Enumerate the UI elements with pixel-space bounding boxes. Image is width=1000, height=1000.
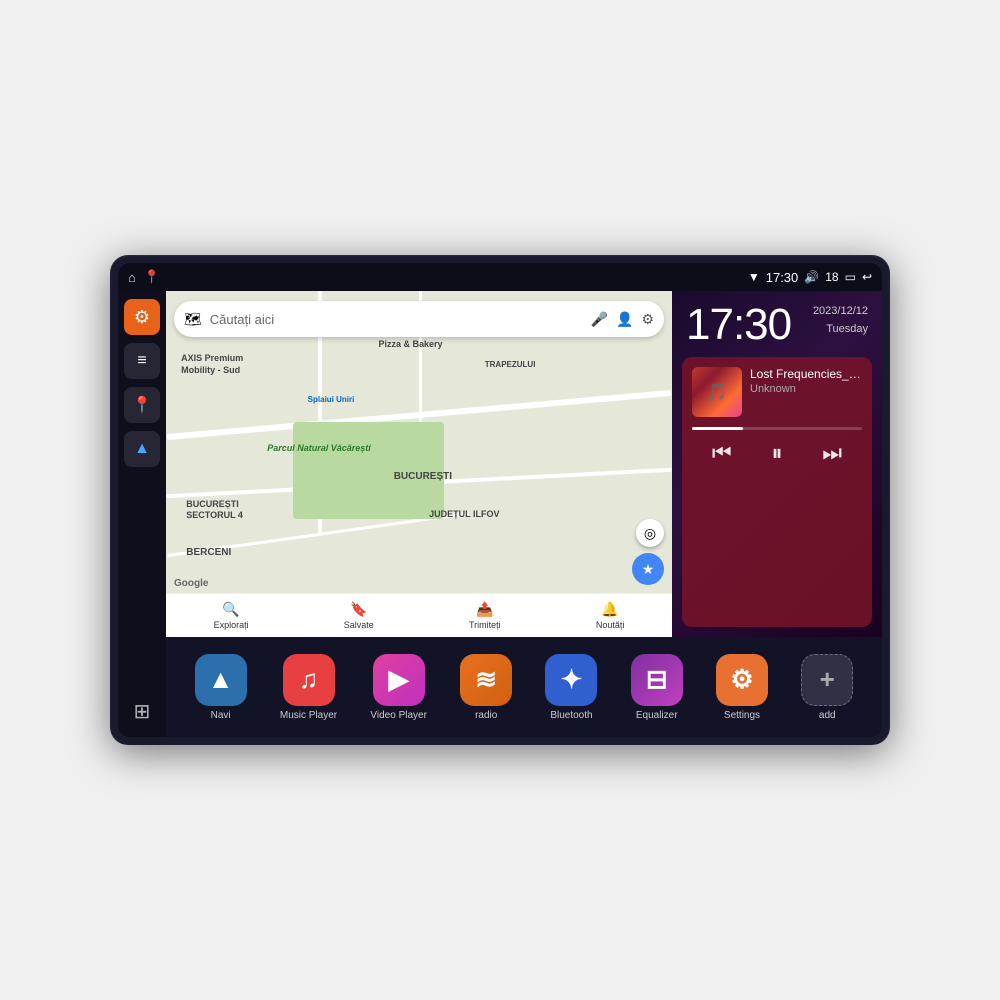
map-label-parc: Parcul Natural Văcărești: [267, 443, 371, 453]
device-screen: ⌂ 📍 ▼ 17:30 🔊 18 ▭ ↩ ⚙ ≡: [118, 263, 882, 737]
map-label-axis: AXIS PremiumMobility - Sud: [181, 353, 243, 376]
menu-sidebar-btn[interactable]: ≡: [124, 343, 160, 379]
app-icon-3: ≋: [460, 654, 512, 706]
app-video-player[interactable]: ▶ Video Player: [370, 654, 427, 721]
day-display: Tuesday: [813, 321, 868, 339]
time-display: 17:30: [766, 270, 799, 285]
google-maps-icon: 🗺: [184, 311, 202, 328]
share-icon: 📤: [476, 601, 493, 618]
star-icon: ★: [642, 561, 655, 578]
app-label-1: Music Player: [280, 710, 337, 721]
app-music-player[interactable]: ♫ Music Player: [280, 654, 337, 721]
device-frame: ⌂ 📍 ▼ 17:30 🔊 18 ▭ ↩ ⚙ ≡: [110, 255, 890, 745]
app-settings[interactable]: ⚙ Settings: [716, 654, 768, 721]
grid-sidebar-btn[interactable]: ⊞: [124, 693, 160, 729]
news-icon: 🔔: [601, 601, 618, 618]
map-label-trap: TRAPEZULUI: [485, 360, 536, 369]
location-icon: 📍: [132, 395, 152, 415]
map-label-pizza: Pizza & Bakery: [379, 339, 443, 349]
album-art: 🎵: [692, 367, 742, 417]
music-controls: ⏮ ⏸ ⏭: [692, 440, 862, 466]
right-panel: 17:30 2023/12/12 Tuesday 🎵: [672, 291, 882, 637]
nav-arrow-icon: ▲: [134, 440, 150, 458]
home-icon[interactable]: ⌂: [128, 270, 136, 285]
explore-btn[interactable]: 🔍 Explorați: [214, 601, 249, 630]
music-progress-bar[interactable]: [692, 427, 862, 430]
volume-icon: 🔊: [804, 270, 819, 284]
app-icon-4: ✦: [545, 654, 597, 706]
explore-icon: 🔍: [222, 601, 239, 618]
clock-time: 17:30: [686, 303, 791, 347]
app-icon-2: ▶: [373, 654, 425, 706]
map-label-berceni: BERCENI: [186, 547, 231, 558]
back-icon[interactable]: ↩: [862, 270, 872, 284]
music-title: Lost Frequencies_Janie...: [750, 367, 862, 381]
signal-icon: ▼: [748, 270, 760, 284]
app-radio[interactable]: ≋ radio: [460, 654, 512, 721]
search-placeholder: Căutați aici: [210, 312, 583, 327]
music-artist: Unknown: [750, 383, 862, 395]
app-add[interactable]: + add: [801, 654, 853, 721]
settings-sidebar-btn[interactable]: ⚙: [124, 299, 160, 335]
app-bluetooth[interactable]: ✦ Bluetooth: [545, 654, 597, 721]
settings-map-icon[interactable]: ⚙: [641, 311, 654, 328]
target-icon: ◎: [644, 525, 656, 542]
news-btn[interactable]: 🔔 Noutăți: [596, 601, 625, 630]
location-btn[interactable]: ◎: [636, 519, 664, 547]
map-search-bar[interactable]: 🗺 Căutați aici 🎤 👤 ⚙: [174, 301, 664, 337]
battery-icon: ▭: [845, 270, 856, 284]
next-btn[interactable]: ⏭: [822, 440, 842, 466]
music-info: 🎵 Lost Frequencies_Janie... Unknown: [692, 367, 862, 417]
start-nav-btn[interactable]: ★: [632, 553, 664, 585]
share-btn[interactable]: 📤 Trimiteți: [469, 601, 501, 630]
nav-sidebar-btn[interactable]: ▲: [124, 431, 160, 467]
gear-icon: ⚙: [134, 307, 150, 328]
menu-icon: ≡: [137, 352, 146, 370]
google-logo: Google: [174, 578, 208, 589]
prev-btn[interactable]: ⏮: [712, 440, 732, 466]
app-navi[interactable]: ▲ Navi: [195, 654, 247, 721]
app-icon-7: +: [801, 654, 853, 706]
app-icon-6: ⚙: [716, 654, 768, 706]
map-area[interactable]: AXIS PremiumMobility - Sud Pizza & Baker…: [166, 291, 672, 637]
music-section: 🎵 Lost Frequencies_Janie... Unknown: [682, 357, 872, 627]
app-label-5: Equalizer: [636, 710, 678, 721]
clock-section: 17:30 2023/12/12 Tuesday: [672, 291, 882, 357]
app-icon-5: ⊟: [631, 654, 683, 706]
map-label-s4: BUCUREȘTISECTORUL 4: [186, 499, 243, 522]
map-label-buc: BUCUREȘTI: [394, 471, 452, 482]
app-label-2: Video Player: [370, 710, 427, 721]
mic-icon[interactable]: 🎤: [591, 311, 608, 328]
music-details: Lost Frequencies_Janie... Unknown: [750, 367, 862, 395]
status-bar: ⌂ 📍 ▼ 17:30 🔊 18 ▭ ↩: [118, 263, 882, 291]
maps-status-icon[interactable]: 📍: [144, 269, 160, 285]
grid-icon: ⊞: [134, 699, 151, 724]
album-art-inner: 🎵: [692, 367, 742, 417]
app-icon-1: ♫: [283, 654, 335, 706]
pause-btn[interactable]: ⏸: [771, 440, 782, 466]
sidebar: ⚙ ≡ 📍 ▲ ⊞: [118, 291, 166, 737]
date-display: 2023/12/12: [813, 303, 868, 321]
map-bottom-bar: 🔍 Explorați 🔖 Salvate 📤 Trimiteți: [166, 593, 672, 637]
saved-btn[interactable]: 🔖 Salvate: [344, 601, 374, 630]
map-label-splai: Splaiui Uniri: [308, 395, 355, 404]
location-sidebar-btn[interactable]: 📍: [124, 387, 160, 423]
app-label-0: Navi: [211, 710, 231, 721]
clock-date: 2023/12/12 Tuesday: [813, 303, 868, 338]
app-grid: ▲ Navi ♫ Music Player ▶ Video Player ≋ radio ✦ Bl…: [166, 637, 882, 737]
app-equalizer[interactable]: ⊟ Equalizer: [631, 654, 683, 721]
account-icon[interactable]: 👤: [616, 311, 633, 328]
main-content: ⚙ ≡ 📍 ▲ ⊞: [118, 291, 882, 737]
saved-icon: 🔖: [350, 601, 367, 618]
music-progress-fill: [692, 427, 743, 430]
app-label-6: Settings: [724, 710, 760, 721]
app-label-4: Bluetooth: [550, 710, 592, 721]
app-icon-0: ▲: [195, 654, 247, 706]
app-label-3: radio: [475, 710, 497, 721]
app-label-7: add: [819, 710, 836, 721]
battery-level: 18: [825, 270, 838, 284]
map-label-ilfov: JUDEȚUL ILFOV: [429, 509, 499, 519]
